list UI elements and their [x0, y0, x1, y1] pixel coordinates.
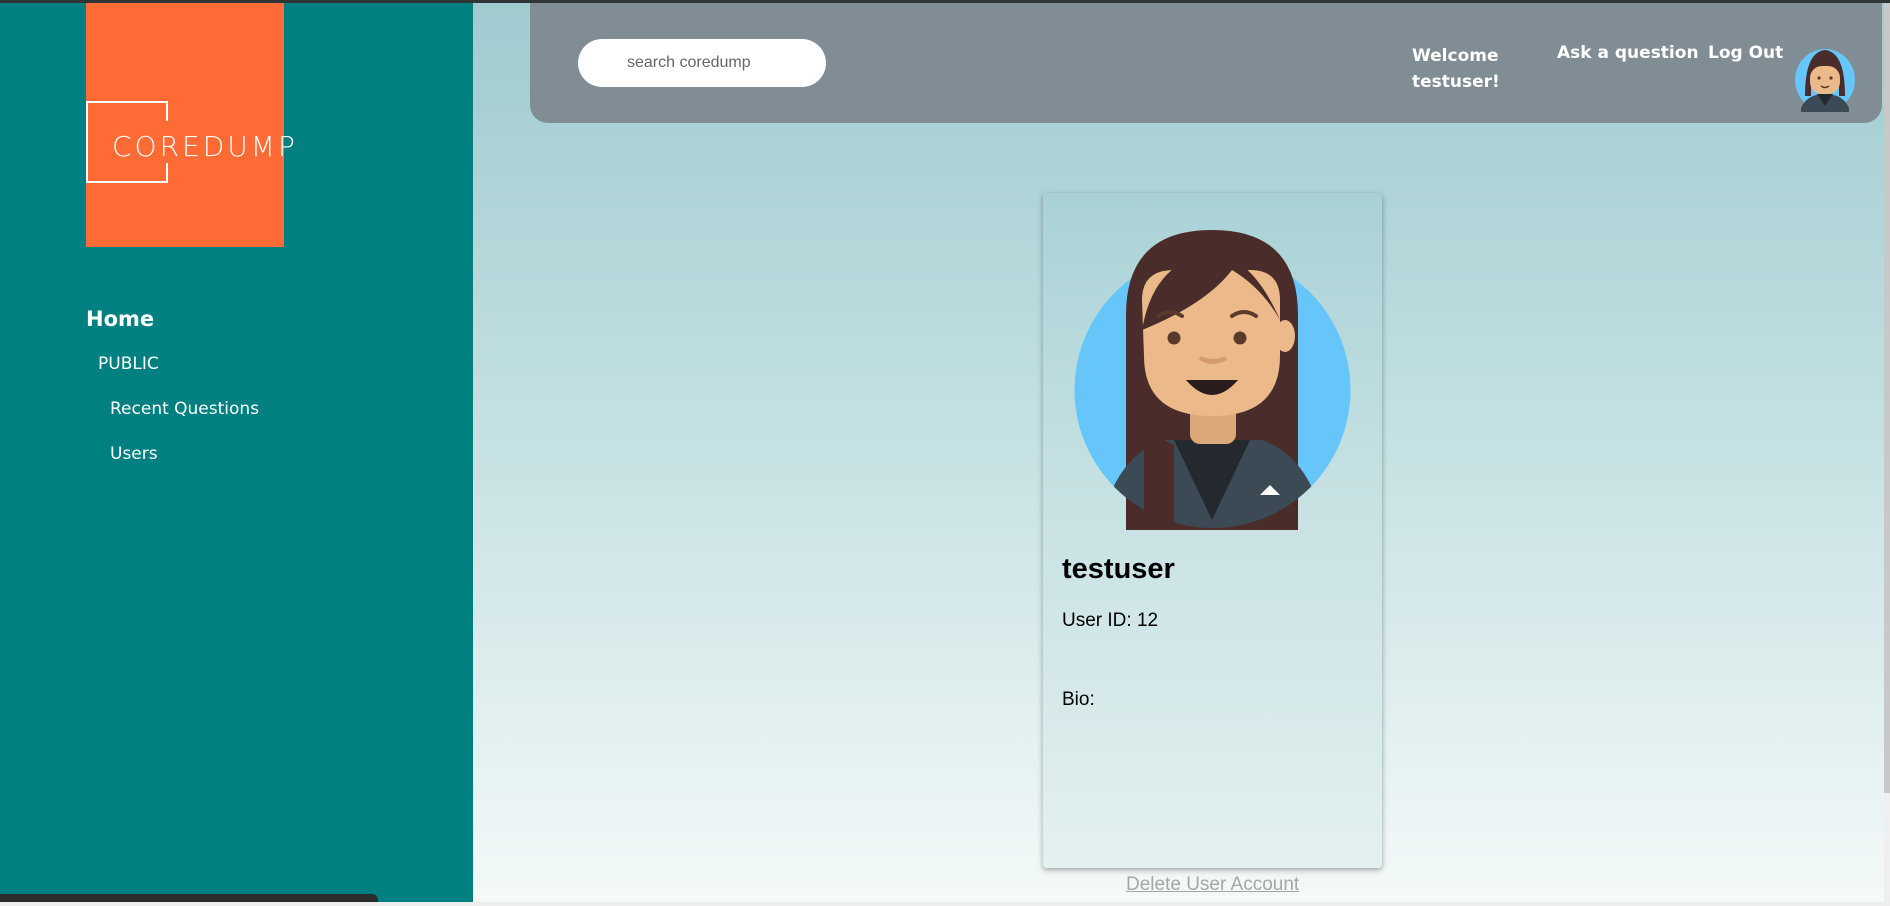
profile-username: testuser — [1062, 553, 1175, 585]
search-input[interactable] — [578, 39, 826, 87]
header-bar: Welcome testuser! Ask a question Log Out — [530, 3, 1882, 123]
sidebar-item-users[interactable]: Users — [110, 444, 158, 464]
logout-link[interactable]: Log Out — [1708, 43, 1783, 63]
delete-account-link[interactable]: Delete User Account — [1126, 874, 1299, 896]
logo[interactable]: COREDUMP — [86, 3, 295, 247]
profile-bio: Bio: — [1062, 689, 1095, 710]
profile-user-id: User ID: 12 — [1062, 610, 1159, 631]
scrollbar-track[interactable] — [1884, 793, 1890, 902]
user-avatar-icon[interactable] — [1793, 44, 1857, 112]
scrollbar-thumb[interactable] — [1884, 3, 1890, 793]
sidebar-item-home[interactable]: Home — [86, 307, 154, 331]
profile-card: testuser User ID: 12 Bio: — [1043, 193, 1382, 868]
sidebar: COREDUMP Home PUBLIC Recent Questions Us… — [0, 3, 473, 902]
sidebar-item-recent-questions[interactable]: Recent Questions — [110, 399, 259, 419]
profile-avatar-icon — [1074, 230, 1351, 530]
logo-text: COREDUMP — [112, 130, 298, 163]
ask-question-link[interactable]: Ask a question — [1557, 43, 1699, 63]
sidebar-section-public: PUBLIC — [98, 354, 159, 374]
window-bottom-border — [0, 902, 1890, 906]
welcome-text: Welcome testuser! — [1412, 46, 1500, 92]
